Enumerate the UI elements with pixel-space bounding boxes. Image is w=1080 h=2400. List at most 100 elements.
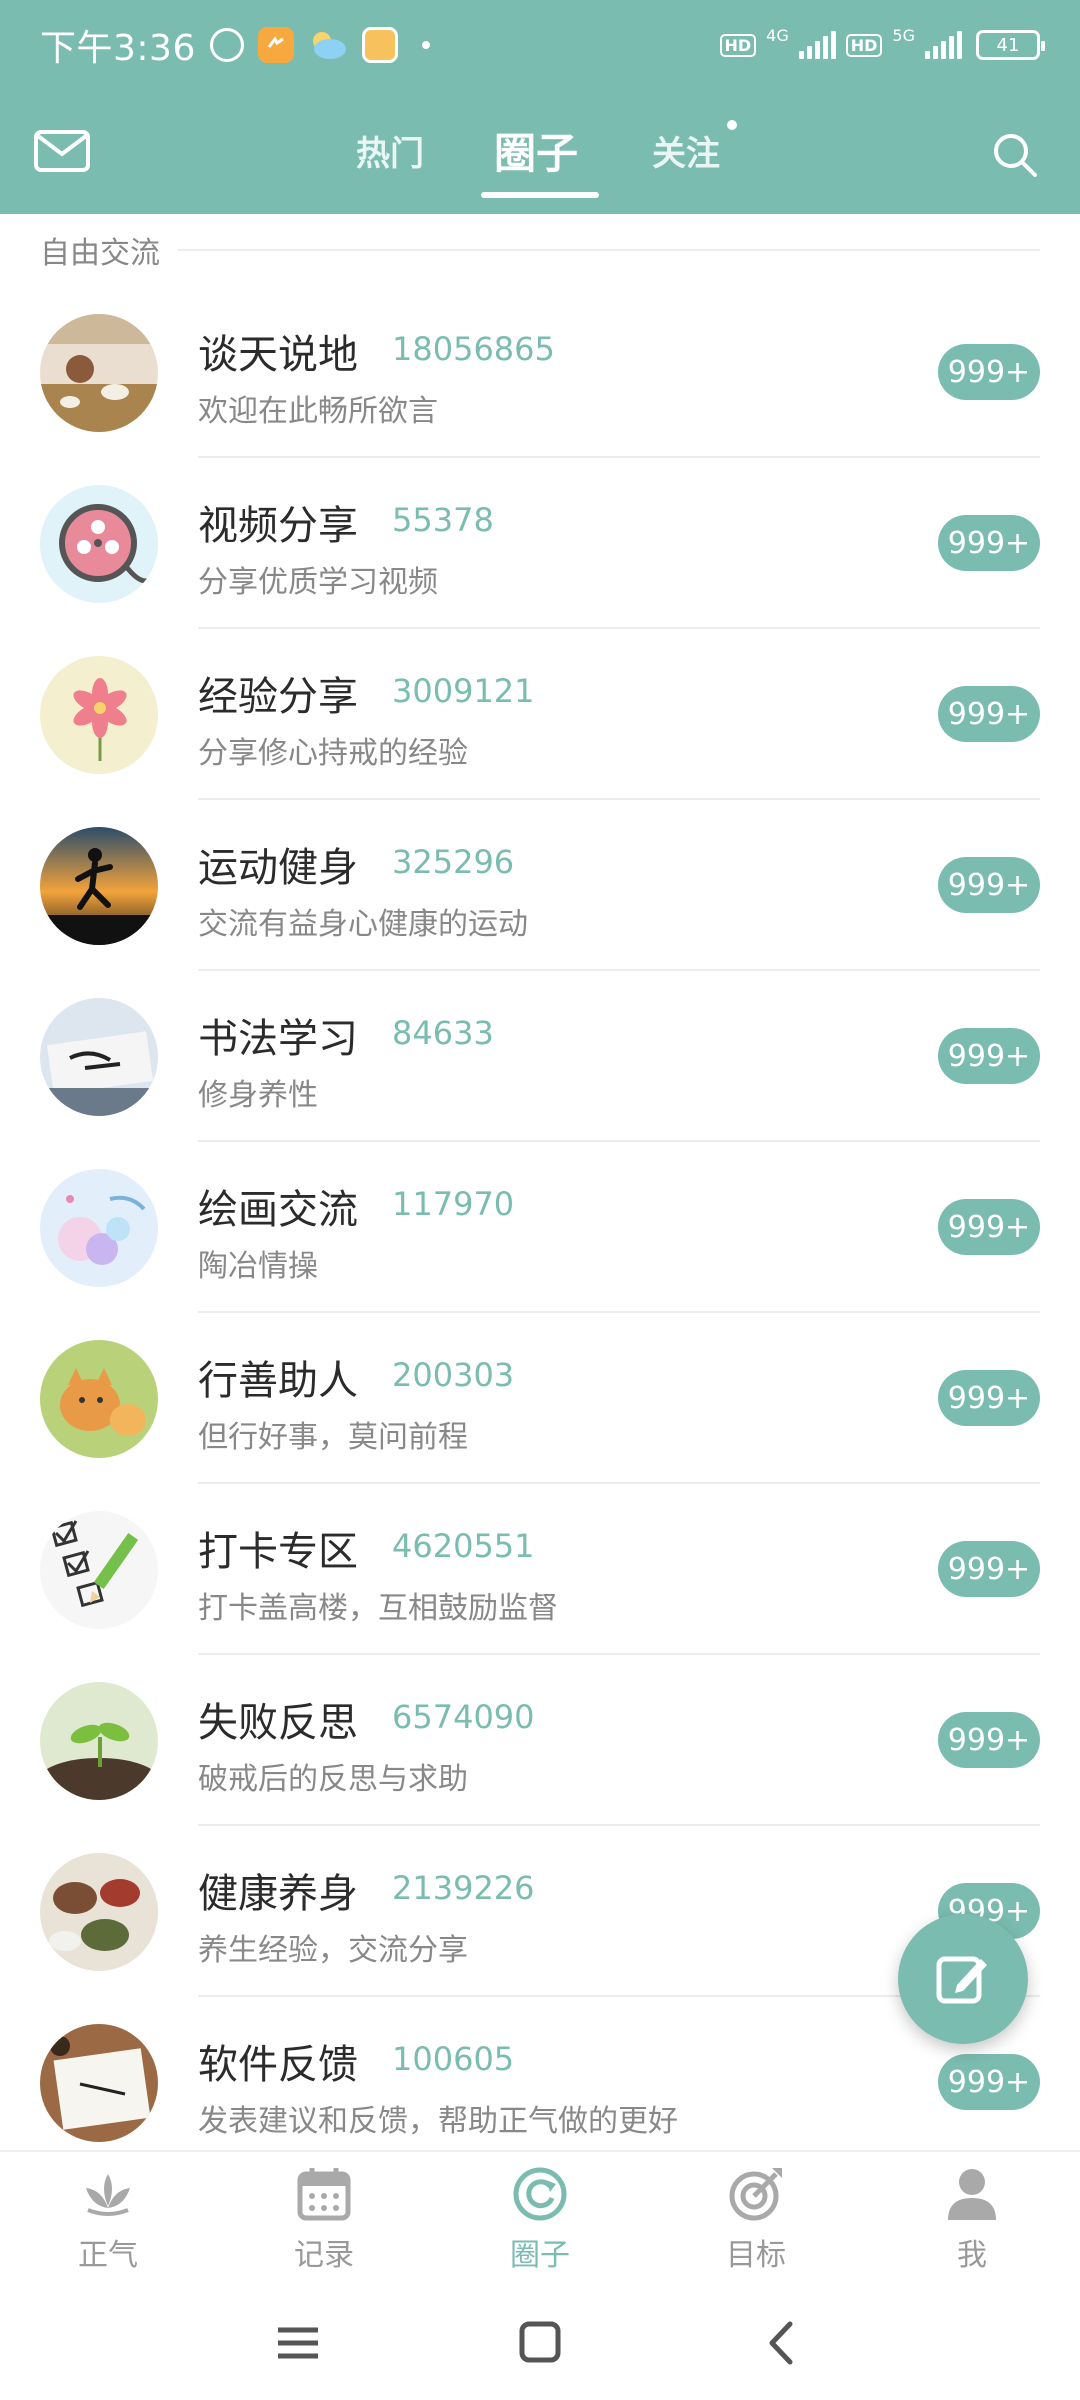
circle-title: 行善助人 bbox=[198, 1358, 358, 1404]
row-divider bbox=[198, 1140, 1040, 1142]
tab-hot[interactable]: 热门 bbox=[356, 126, 424, 175]
circle-list: 谈天说地 18056865 欢迎在此畅所欲言 999+ 视频分享 55378 分… bbox=[0, 290, 1080, 2150]
row-divider bbox=[198, 627, 1040, 629]
circle-subtitle: 修身养性 bbox=[198, 1078, 318, 1113]
system-navigation-bar bbox=[0, 2280, 1080, 2400]
circle-member-count: 100605 bbox=[392, 2040, 515, 2078]
nav-item-me[interactable]: 我 bbox=[864, 2164, 1080, 2282]
circle-subtitle: 分享修心持戒的经验 bbox=[198, 736, 468, 771]
alarm-icon bbox=[209, 28, 244, 62]
circle-member-count: 325296 bbox=[392, 843, 515, 881]
circle-avatar-calligraphy bbox=[40, 998, 158, 1116]
signal-2-icon bbox=[925, 31, 962, 59]
circle-avatar-notebook bbox=[40, 2024, 158, 2142]
row-divider bbox=[198, 1653, 1040, 1655]
tab-circles[interactable]: 圈子 bbox=[494, 120, 578, 181]
circle-subtitle: 破戒后的反思与求助 bbox=[198, 1762, 468, 1797]
circle-title: 软件反馈 bbox=[198, 2042, 358, 2088]
section-header: 自由交流 bbox=[40, 228, 1040, 272]
circle-unread-badge: 999+ bbox=[938, 1028, 1040, 1084]
nav-label: 我 bbox=[957, 2238, 987, 2273]
nav-label: 目标 bbox=[726, 2238, 786, 2273]
circle-unread-badge: 999+ bbox=[938, 344, 1040, 400]
circle-avatar-checklist bbox=[40, 1511, 158, 1629]
nav-item-records[interactable]: 记录 bbox=[216, 2164, 432, 2282]
person-icon bbox=[948, 2169, 996, 2220]
menu-icon[interactable] bbox=[268, 2318, 328, 2368]
circle-subtitle: 养生经验，交流分享 bbox=[198, 1933, 468, 1968]
circle-row[interactable]: 失败反思 6574090 破戒后的反思与求助 999+ bbox=[0, 1658, 1080, 1829]
edit-icon bbox=[936, 1956, 987, 2004]
app-header: 下午3:36 HD 4G HD 5G 41 热门 圈子 关注 bbox=[0, 0, 1080, 214]
circle-unread-badge: 999+ bbox=[938, 1712, 1040, 1768]
circle-avatar-sprout bbox=[40, 1682, 158, 1800]
circle-member-count: 55378 bbox=[392, 501, 494, 539]
tab-following[interactable]: 关注 bbox=[652, 126, 720, 175]
battery-icon: 41 bbox=[976, 30, 1045, 60]
hd-badge-1: HD bbox=[719, 33, 757, 57]
section-divider bbox=[178, 249, 1040, 251]
nav-item-circles[interactable]: 圈子 bbox=[432, 2164, 648, 2282]
circle-unread-badge: 999+ bbox=[938, 1199, 1040, 1255]
status-time: 下午3:36 bbox=[40, 28, 196, 69]
circle-subtitle: 打卡盖高楼，互相鼓励监督 bbox=[198, 1591, 558, 1626]
circle-member-count: 117970 bbox=[392, 1185, 515, 1223]
circle-title: 运动健身 bbox=[198, 845, 358, 891]
active-tab-indicator bbox=[481, 192, 599, 198]
nav-label: 记录 bbox=[294, 2238, 354, 2273]
circle-row[interactable]: 经验分享 3009121 分享修心持戒的经验 999+ bbox=[0, 632, 1080, 803]
hd-badge-2: HD bbox=[845, 33, 883, 57]
weather-icon bbox=[308, 29, 348, 61]
circle-member-count: 200303 bbox=[392, 1356, 515, 1394]
unread-dot-icon bbox=[727, 120, 737, 130]
circle-subtitle: 分享优质学习视频 bbox=[198, 565, 438, 600]
row-divider bbox=[198, 798, 1040, 800]
circle-title: 失败反思 bbox=[198, 1700, 358, 1746]
nav-item-goals[interactable]: 目标 bbox=[648, 2164, 864, 2282]
row-divider bbox=[198, 969, 1040, 971]
nav-item-zhengqi[interactable]: 正气 bbox=[0, 2164, 216, 2282]
circle-unread-badge: 999+ bbox=[938, 515, 1040, 571]
more-notifications-dot-icon bbox=[421, 41, 430, 49]
circle-unread-badge: 999+ bbox=[938, 2054, 1040, 2110]
circle-title: 打卡专区 bbox=[198, 1529, 358, 1575]
home-icon[interactable] bbox=[510, 2318, 570, 2368]
circle-title: 谈天说地 bbox=[198, 332, 358, 378]
search-icon[interactable] bbox=[990, 130, 1040, 180]
message-app-icon bbox=[361, 27, 398, 63]
circle-subtitle: 陶冶情操 bbox=[198, 1249, 318, 1284]
row-divider bbox=[198, 1824, 1040, 1826]
circle-row[interactable]: 运动健身 325296 交流有益身心健康的运动 999+ bbox=[0, 803, 1080, 974]
circle-member-count: 18056865 bbox=[392, 330, 555, 368]
circle-refresh-icon bbox=[513, 2167, 567, 2221]
circle-row[interactable]: 视频分享 55378 分享优质学习视频 999+ bbox=[0, 461, 1080, 632]
circle-subtitle: 欢迎在此畅所欲言 bbox=[198, 394, 438, 429]
circle-avatar-runner bbox=[40, 827, 158, 945]
circle-row[interactable]: 打卡专区 4620551 打卡盖高楼，互相鼓励监督 999+ bbox=[0, 1487, 1080, 1658]
circle-member-count: 3009121 bbox=[392, 672, 535, 710]
top-tabs: 热门 圈子 关注 bbox=[0, 90, 1080, 214]
compose-post-button[interactable] bbox=[898, 1914, 1028, 2044]
circle-member-count: 4620551 bbox=[392, 1527, 535, 1565]
circle-unread-badge: 999+ bbox=[938, 857, 1040, 913]
row-divider bbox=[198, 1482, 1040, 1484]
circle-subtitle: 但行好事，莫问前程 bbox=[198, 1420, 468, 1455]
circle-member-count: 6574090 bbox=[392, 1698, 535, 1736]
circle-avatar-herbs bbox=[40, 1853, 158, 1971]
top-navbar: 热门 圈子 关注 bbox=[0, 90, 1080, 214]
circle-subtitle: 交流有益身心健康的运动 bbox=[198, 907, 528, 942]
back-icon[interactable] bbox=[752, 2318, 812, 2368]
signal-1-icon bbox=[798, 31, 836, 59]
circle-unread-badge: 999+ bbox=[938, 686, 1040, 742]
circle-row[interactable]: 书法学习 84633 修身养性 999+ bbox=[0, 974, 1080, 1145]
lotus-icon bbox=[86, 2174, 130, 2216]
nav-label: 正气 bbox=[78, 2238, 138, 2273]
circle-title: 绘画交流 bbox=[198, 1187, 358, 1233]
circle-member-count: 84633 bbox=[392, 1014, 494, 1052]
circle-unread-badge: 999+ bbox=[938, 1370, 1040, 1426]
circle-row[interactable]: 行善助人 200303 但行好事，莫问前程 999+ bbox=[0, 1316, 1080, 1487]
circle-row[interactable]: 谈天说地 18056865 欢迎在此畅所欲言 999+ bbox=[0, 290, 1080, 461]
circle-avatar-film-reel bbox=[40, 485, 158, 603]
circle-row[interactable]: 绘画交流 117970 陶冶情操 999+ bbox=[0, 1145, 1080, 1316]
circle-member-count: 2139226 bbox=[392, 1869, 535, 1907]
